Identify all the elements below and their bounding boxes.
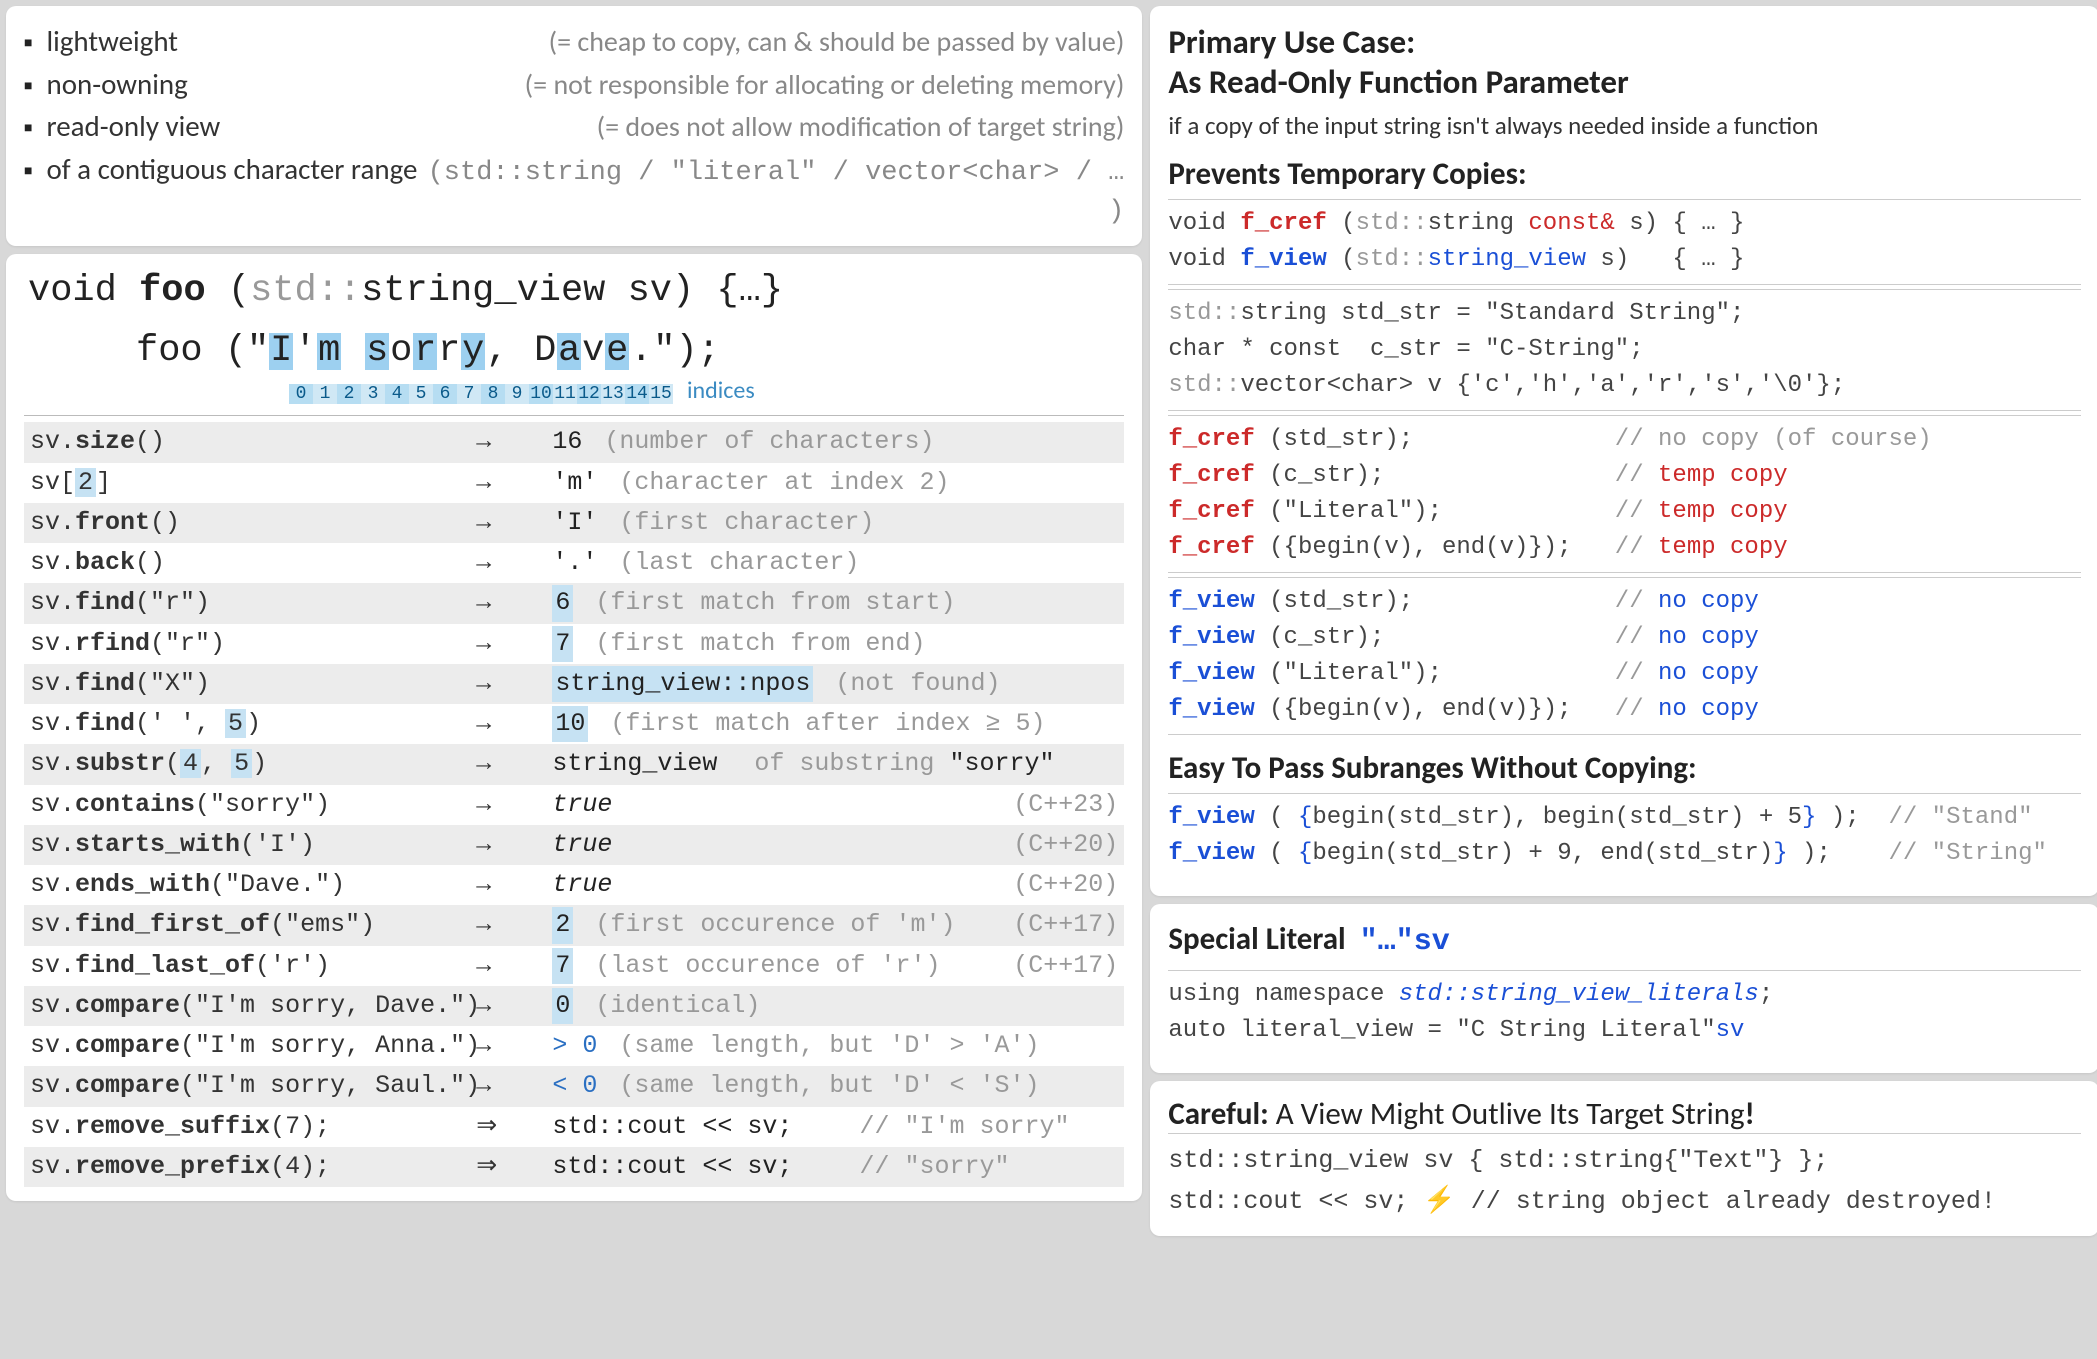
- code-signatures: void f_cref (std::string const& s) { … }…: [1168, 199, 2081, 285]
- method-row: sv.compare("I'm sorry, Anna.")→> 0(same …: [24, 1026, 1124, 1066]
- function-call: foo ("I'm sorry, Dave.");: [24, 330, 1124, 372]
- method-row: sv.size()→16(number of characters): [24, 422, 1124, 462]
- method-row: sv.compare("I'm sorry, Saul.")→< 0(same …: [24, 1066, 1124, 1106]
- usecase-subtitle: if a copy of the input string isn't alwa…: [1168, 110, 2081, 141]
- code-careful: std::string_view sv { std::string{"Text"…: [1168, 1133, 2081, 1222]
- method-row: sv.compare("I'm sorry, Dave.")→0(identic…: [24, 986, 1124, 1026]
- method-row: sv.starts_with('I')→true(C++20): [24, 825, 1124, 865]
- property-item: lightweight(= cheap to copy, can & shoul…: [24, 20, 1124, 63]
- method-row: sv.substr(4, 5)→string_view of substring…: [24, 744, 1124, 784]
- properties-card: lightweight(= cheap to copy, can & shoul…: [6, 6, 1142, 246]
- method-row: sv.find("r")→6(first match from start): [24, 583, 1124, 623]
- literal-card: Special Literal "…"sv using namespace st…: [1150, 904, 2097, 1073]
- method-row: sv.front()→'I'(first character): [24, 503, 1124, 543]
- methods-card: void foo (std::string_view sv) {…} foo (…: [6, 254, 1142, 1201]
- usecase-card: Primary Use Case: As Read-Only Function …: [1150, 6, 2097, 896]
- method-row: sv.ends_with("Dave.")→true(C++20): [24, 865, 1124, 905]
- method-row: sv.contains("sorry")→true(C++23): [24, 785, 1124, 825]
- function-signature: void foo (std::string_view sv) {…}: [24, 268, 1124, 314]
- property-item: read-only view(= does not allow modifica…: [24, 105, 1124, 148]
- property-item: non-owning(= not responsible for allocat…: [24, 63, 1124, 106]
- code-literal: using namespace std::string_view_literal…: [1168, 970, 2081, 1055]
- code-vars: std::string std_str = "Standard String";…: [1168, 289, 2081, 411]
- property-item: of a contiguous character range(std::str…: [24, 148, 1124, 232]
- properties-list: lightweight(= cheap to copy, can & shoul…: [24, 20, 1124, 232]
- method-row: sv.back()→'.'(last character): [24, 543, 1124, 583]
- careful-card: Careful: A View Might Outlive Its Target…: [1150, 1081, 2097, 1236]
- code-fcref-calls: f_cref (std_str); // no copy (of course)…: [1168, 415, 2081, 573]
- code-fview-calls: f_view (std_str); // no copy f_view (c_s…: [1168, 577, 2081, 735]
- method-row: sv[2]→'m'(character at index 2): [24, 463, 1124, 503]
- method-row: sv.rfind("r")→7(first match from end): [24, 624, 1124, 664]
- index-ruler: 0123456789101112131415indices: [24, 376, 1124, 405]
- method-row: sv.find_first_of("ems")→2(first occurenc…: [24, 905, 1124, 945]
- methods-table: sv.size()→16(number of characters)sv[2]→…: [24, 422, 1124, 1187]
- method-row: sv.remove_prefix(4);⇒std::cout << sv; //…: [24, 1147, 1124, 1187]
- prevents-heading: Prevents Temporary Copies:: [1168, 155, 2081, 193]
- code-subranges: f_view ( {begin(std_str), begin(std_str)…: [1168, 793, 2081, 878]
- subrange-heading: Easy To Pass Subranges Without Copying:: [1168, 749, 2081, 787]
- careful-heading: Careful: A View Might Outlive Its Target…: [1168, 1095, 2081, 1133]
- method-row: sv.find("X")→string_view::npos(not found…: [24, 664, 1124, 704]
- literal-heading-text: Special Literal: [1168, 920, 1345, 958]
- method-row: sv.remove_suffix(7);⇒std::cout << sv; //…: [24, 1107, 1124, 1147]
- method-row: sv.find_last_of('r')→7(last occurence of…: [24, 946, 1124, 986]
- usecase-heading: Primary Use Case: As Read-Only Function …: [1168, 22, 2081, 102]
- method-row: sv.find(' ', 5)→10(first match after ind…: [24, 704, 1124, 744]
